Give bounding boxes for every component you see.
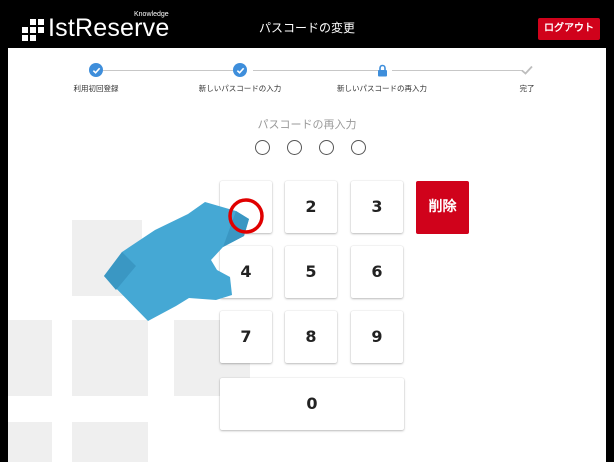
keypad-key-5[interactable]: 5: [285, 246, 337, 298]
pin-title: パスコードの再入力: [257, 118, 357, 131]
keypad-key-1[interactable]: [220, 181, 272, 233]
keypad-key-3[interactable]: 3: [351, 181, 403, 233]
logout-button[interactable]: ログアウト: [538, 18, 600, 40]
keypad-key-8[interactable]: 8: [285, 311, 337, 363]
keypad-key-6[interactable]: 6: [351, 246, 403, 298]
check-icon: [89, 63, 103, 77]
pin-dot: [255, 140, 270, 155]
keypad-key-2[interactable]: 2: [285, 181, 337, 233]
step-label: 利用初回登録: [73, 84, 119, 93]
pin-indicator: [255, 140, 375, 160]
app-header: IstReserve Knowledge パスコードの変更 ログアウト: [8, 8, 606, 48]
lock-icon: [375, 63, 389, 77]
step-reenter-passcode: 新しいパスコードの再入力: [327, 63, 437, 94]
step-label: 完了: [519, 84, 535, 93]
app-window: IstReserve Knowledge パスコードの変更 ログアウト 利用初回…: [8, 8, 606, 462]
pin-dot: [351, 140, 366, 155]
keypad-key-4[interactable]: 4: [220, 246, 272, 298]
step-label: 新しいパスコードの入力: [198, 84, 282, 93]
step-complete: 完了: [472, 63, 582, 94]
check-icon: [233, 63, 247, 77]
step-label: 新しいパスコードの再入力: [337, 84, 427, 93]
pin-dot: [319, 140, 334, 155]
keypad-key-7[interactable]: 7: [220, 311, 272, 363]
step-new-passcode: 新しいパスコードの入力: [185, 63, 295, 94]
step-registration: 利用初回登録: [41, 63, 151, 94]
page-title: パスコードの変更: [258, 21, 355, 35]
background-block: [72, 320, 148, 396]
check-icon: [520, 63, 534, 77]
keypad-key-0[interactable]: 0: [220, 378, 404, 430]
keypad-key-9[interactable]: 9: [351, 311, 403, 363]
delete-button[interactable]: 削除: [416, 181, 469, 234]
background-block: [8, 422, 52, 462]
background-block: [8, 320, 52, 396]
background-block: [72, 220, 142, 296]
pin-dot: [287, 140, 302, 155]
background-block: [72, 422, 148, 462]
